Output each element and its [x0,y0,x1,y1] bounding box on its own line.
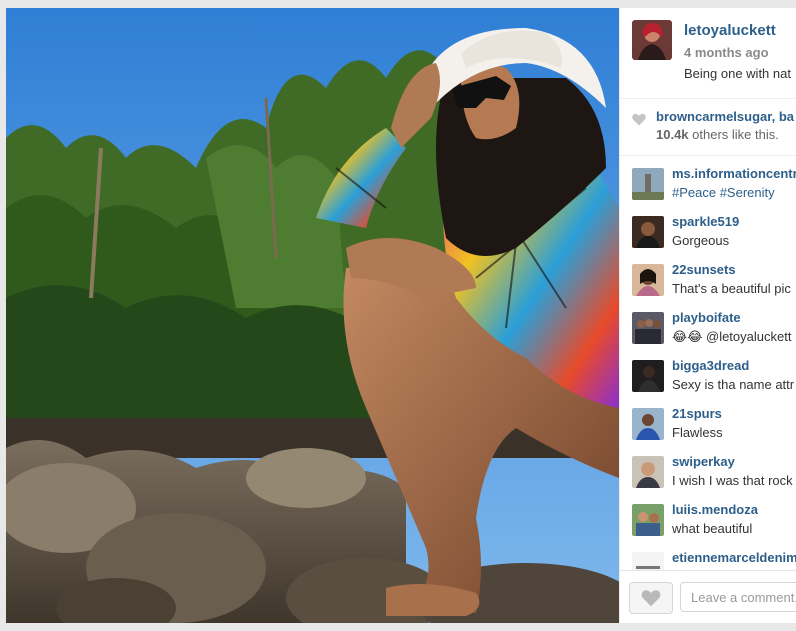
memorial-statue-avatar[interactable] [632,168,664,200]
author-avatar[interactable] [632,20,672,60]
comment-username[interactable]: sparkle519 [672,214,739,229]
comments-list: ms.informationcentr #Peace #Serenity spa… [620,158,796,570]
comment-item: 21spurs Flawless [620,398,796,446]
comment-item: sparkle519 Gorgeous [620,206,796,254]
comment-username[interactable]: playboifate [672,310,741,325]
heart-icon [632,113,646,126]
outdoor-group-avatar[interactable] [632,504,664,536]
comment-item: 22sunsets That's a beautiful pic [620,254,796,302]
brand-logo-avatar[interactable] [632,552,664,570]
comment-item: luiis.mendoza what beautiful [620,494,796,542]
comment-username[interactable]: 21spurs [672,406,722,421]
comment-username[interactable]: luiis.mendoza [672,502,758,517]
comment-item: playboifate 😂😂 @letoyaluckett [620,302,796,350]
likers-list[interactable]: browncarmelsugar, ba [656,109,794,124]
comment-username[interactable]: bigga3dread [672,358,749,373]
comment-footer [620,570,796,623]
man-portrait-avatar[interactable] [632,456,664,488]
like-count-text: 10.4k others like this. [656,127,779,142]
comment-text: Gorgeous [672,233,730,248]
likes-section: browncarmelsugar, ba 10.4k others like t… [620,99,796,156]
comment-username[interactable]: swiperkay [672,454,735,469]
woman-portrait-avatar[interactable] [632,264,664,296]
comment-text: 😂😂 @letoyaluckett [672,329,792,344]
like-count: 10.4k [656,127,689,142]
comment-text: Sexy is tha name attr [672,377,795,392]
comment-username[interactable]: etiennemarceldenim [672,550,796,565]
comment-username[interactable]: 22sunsets [672,262,736,277]
like-count-suffix: others like this. [688,127,779,142]
post-header: letoyaluckett 4 months ago Being one wit… [620,8,796,99]
post-viewer: letoyaluckett 4 months ago Being one wit… [6,8,796,623]
comment-username[interactable]: ms.informationcentr [672,166,796,181]
man-blue-shirt-avatar[interactable] [632,408,664,440]
comment-text: That's a beautiful pic [672,281,791,296]
comment-input[interactable] [680,582,796,612]
post-photo[interactable] [6,8,619,623]
comment-item: ms.informationcentr #Peace #Serenity [620,158,796,206]
comment-item: swiperkay I wish I was that rock [620,446,796,494]
comment-text: I wish I was that rock [672,473,793,488]
dark-portrait-avatar[interactable] [632,216,664,248]
dark-figure-avatar[interactable] [632,360,664,392]
post-timestamp[interactable]: 4 months ago [684,45,769,60]
group-photo-avatar[interactable] [632,312,664,344]
author-username[interactable]: letoyaluckett [684,22,776,39]
comment-text: Flawless [672,425,723,440]
comment-item: etiennemarceldenim [620,542,796,570]
comment-text: what beautiful [672,521,753,536]
post-sidebar: letoyaluckett 4 months ago Being one wit… [619,8,796,623]
heart-icon [641,590,661,607]
like-button[interactable] [629,582,673,614]
comment-item: bigga3dread Sexy is tha name attr [620,350,796,398]
photo-image [6,8,619,623]
comment-text[interactable]: #Peace #Serenity [672,185,775,200]
post-caption: Being one with nat [684,66,791,81]
